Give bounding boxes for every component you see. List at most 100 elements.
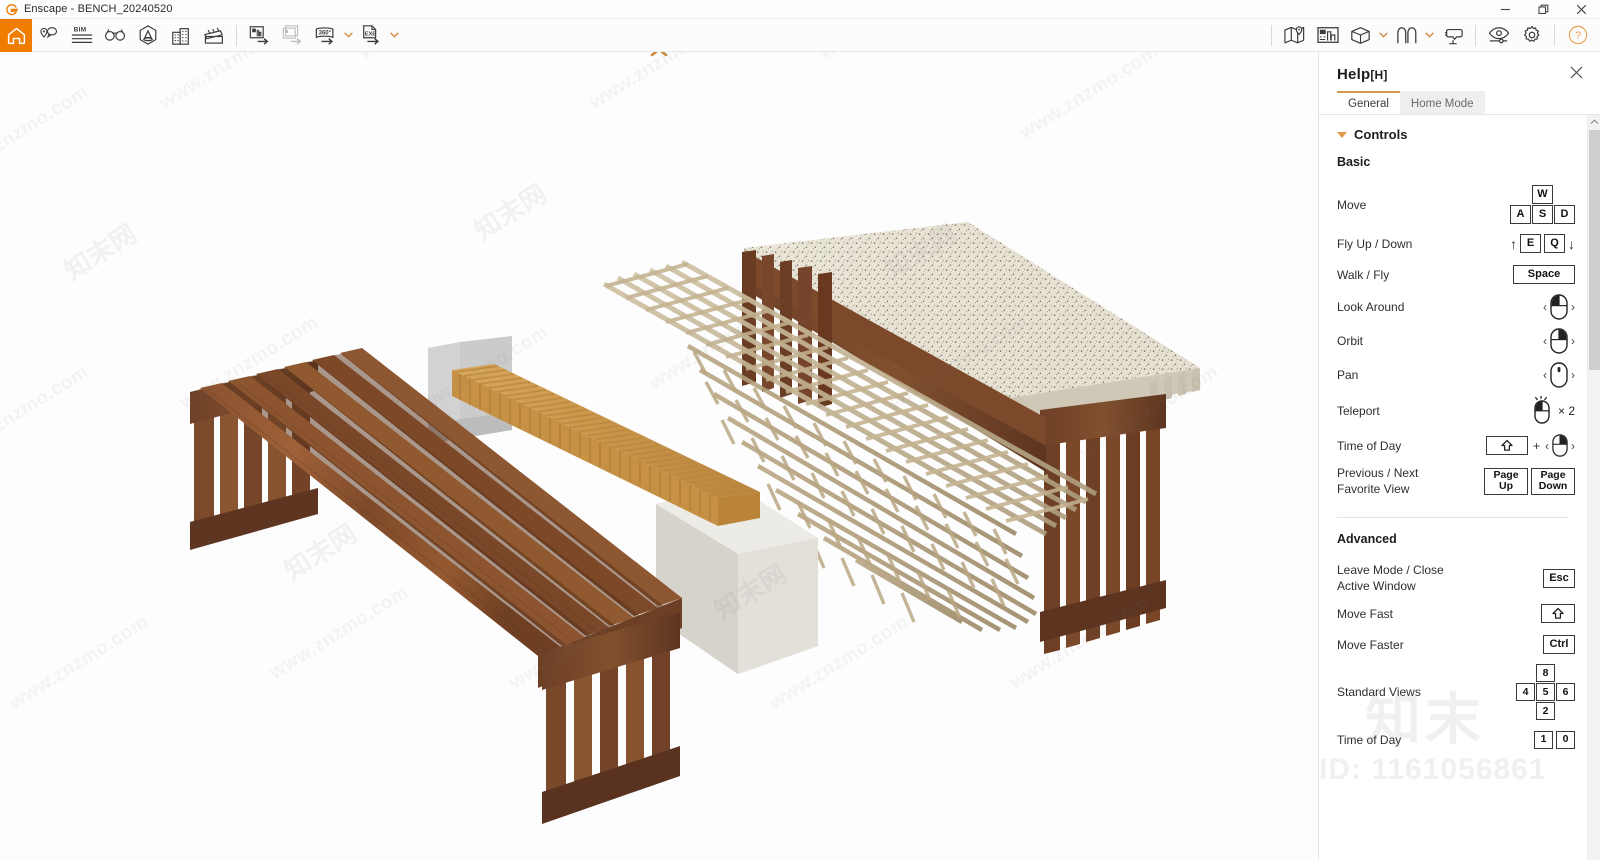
- help-button[interactable]: ?: [1561, 19, 1594, 52]
- close-button[interactable]: [1562, 0, 1600, 19]
- render-image-button[interactable]: [243, 19, 276, 52]
- section-divider: [1337, 517, 1569, 518]
- key-s[interactable]: S: [1532, 205, 1553, 224]
- scroll-up-button[interactable]: [1588, 115, 1600, 129]
- key-numpad-4[interactable]: 4: [1516, 683, 1535, 701]
- key-d[interactable]: D: [1554, 205, 1575, 224]
- tab-general[interactable]: General: [1337, 91, 1400, 114]
- standalone-exe-button[interactable]: EXE: [355, 19, 388, 52]
- row-label: Teleport: [1337, 404, 1380, 418]
- key-shift[interactable]: [1541, 604, 1575, 623]
- numpad-key-cluster: 8 4 5 6 2: [1516, 664, 1575, 720]
- row-label: Time of Day: [1337, 438, 1402, 453]
- row-label: Leave Mode / Close Active Window: [1337, 563, 1444, 593]
- row-pan: Pan ‹ ›: [1319, 358, 1587, 392]
- main-toolbar: BIM 360° EXE ?: [0, 18, 1600, 52]
- key-numpad-6[interactable]: 6: [1556, 683, 1575, 701]
- wasd-key-cluster: W A S D: [1510, 185, 1575, 224]
- arrow-up-icon: ↑: [1510, 235, 1517, 252]
- minimize-button[interactable]: [1486, 0, 1524, 19]
- key-q[interactable]: Q: [1544, 234, 1565, 253]
- basic-group-title: Basic: [1337, 155, 1371, 169]
- collapse-toolbar-button[interactable]: [0, 52, 1318, 63]
- panorama-button[interactable]: 360°: [309, 19, 342, 52]
- mouse-middle-button-icon: ‹ ›: [1543, 362, 1575, 388]
- key-esc[interactable]: Esc: [1543, 568, 1575, 588]
- controls-section-header[interactable]: Controls: [1319, 127, 1587, 142]
- restore-button[interactable]: [1524, 0, 1562, 19]
- key-ctrl[interactable]: Ctrl: [1543, 635, 1575, 654]
- panorama-chevron-down-icon[interactable]: [342, 19, 355, 52]
- row-keys: Space: [1513, 265, 1579, 284]
- toolbar-divider-right-2: [1475, 24, 1476, 46]
- row-label: Previous / Next Favorite View: [1337, 466, 1419, 496]
- key-numpad-8[interactable]: 8: [1536, 664, 1555, 682]
- asset-library-button[interactable]: [131, 19, 164, 52]
- row-keys: [1541, 604, 1579, 623]
- key-page-down-line2: Down: [1538, 480, 1568, 492]
- row-keys: ‹ ›: [1543, 294, 1579, 320]
- row-label: Time of Day: [1337, 732, 1402, 747]
- key-numpad-0[interactable]: 0: [1556, 730, 1575, 749]
- key-e[interactable]: E: [1520, 234, 1541, 253]
- row-label: Move Faster: [1337, 637, 1404, 652]
- site-context-button[interactable]: [164, 19, 197, 52]
- mouse-right-button-icon: ‹ ›: [1543, 328, 1575, 354]
- views-chevron-down-icon[interactable]: [1377, 19, 1390, 52]
- help-panel-header: Help[H]: [1319, 58, 1600, 91]
- row-keys: ‹ ›: [1543, 362, 1579, 388]
- help-panel-close-button[interactable]: [1566, 65, 1586, 85]
- row-label: Standard Views: [1337, 685, 1421, 699]
- row-time-of-day: Time of Day + ‹ ›: [1319, 430, 1587, 461]
- render-viewport[interactable]: www.znzmo.com www.znzmo.com www.znzmo.co…: [0, 52, 1318, 860]
- vr-button[interactable]: [98, 19, 131, 52]
- help-panel-scrollbar[interactable]: [1587, 115, 1600, 860]
- home-button[interactable]: [0, 18, 32, 52]
- 3d-scene: [0, 52, 1318, 860]
- row-fly-up-down: Fly Up / Down ↑ E Q ↓: [1319, 228, 1587, 259]
- batch-render-button[interactable]: [276, 19, 309, 52]
- bim-button[interactable]: BIM: [65, 19, 98, 52]
- key-numpad-5[interactable]: 5: [1536, 683, 1555, 701]
- row-keys: Ctrl: [1543, 635, 1579, 654]
- key-numpad-2[interactable]: 2: [1536, 702, 1555, 720]
- help-panel-body: Controls Basic Move W A S D Fly Up / Dow…: [1319, 114, 1600, 860]
- location-button[interactable]: [32, 19, 65, 52]
- scrollbar-thumb[interactable]: [1588, 130, 1600, 370]
- row-keys: + ‹ ›: [1485, 434, 1579, 457]
- key-shift[interactable]: [1485, 436, 1528, 455]
- key-page-up-line2: Up: [1499, 480, 1513, 492]
- row-label: Look Around: [1337, 300, 1405, 314]
- compare-chevron-down-icon[interactable]: [1423, 19, 1436, 52]
- row-label: Move: [1337, 197, 1367, 212]
- row-time-of-day-advanced: Time of Day 1 0: [1319, 724, 1587, 755]
- svg-text:EXE: EXE: [365, 31, 377, 37]
- toolbar-divider-right-3: [1554, 24, 1555, 46]
- mouse-left-button-icon: ‹ ›: [1543, 294, 1575, 320]
- general-settings-button[interactable]: [1515, 19, 1548, 52]
- key-page-up[interactable]: Page Up: [1484, 467, 1528, 495]
- key-a[interactable]: A: [1510, 205, 1531, 224]
- help-content: Controls Basic Move W A S D Fly Up / Dow…: [1319, 115, 1587, 860]
- project-view-button[interactable]: [1311, 19, 1344, 52]
- key-numpad-1[interactable]: 1: [1534, 730, 1553, 749]
- views-button[interactable]: [1344, 19, 1377, 52]
- key-w[interactable]: W: [1532, 185, 1553, 204]
- row-keys: 1 0: [1534, 730, 1579, 749]
- key-space[interactable]: Space: [1513, 265, 1575, 284]
- triangle-down-icon: [1337, 131, 1347, 138]
- help-panel-tabs: General Home Mode: [1337, 91, 1600, 114]
- mouse-right-button-icon: ‹ ›: [1545, 434, 1575, 457]
- tab-home-mode[interactable]: Home Mode: [1399, 91, 1485, 114]
- advanced-group-title: Advanced: [1337, 532, 1397, 546]
- mouse-left-double-click-icon: × 2: [1533, 396, 1575, 426]
- compare-button[interactable]: [1390, 19, 1423, 52]
- map-button[interactable]: [1278, 19, 1311, 52]
- key-page-down[interactable]: Page Down: [1531, 467, 1575, 495]
- row-look-around: Look Around ‹ ›: [1319, 290, 1587, 324]
- exe-chevron-down-icon[interactable]: [388, 19, 401, 52]
- visual-settings-button[interactable]: [1482, 19, 1515, 52]
- chevron-up-icon: [649, 52, 669, 63]
- vr-headset-button[interactable]: [1436, 19, 1469, 52]
- video-editor-button[interactable]: [197, 19, 230, 52]
